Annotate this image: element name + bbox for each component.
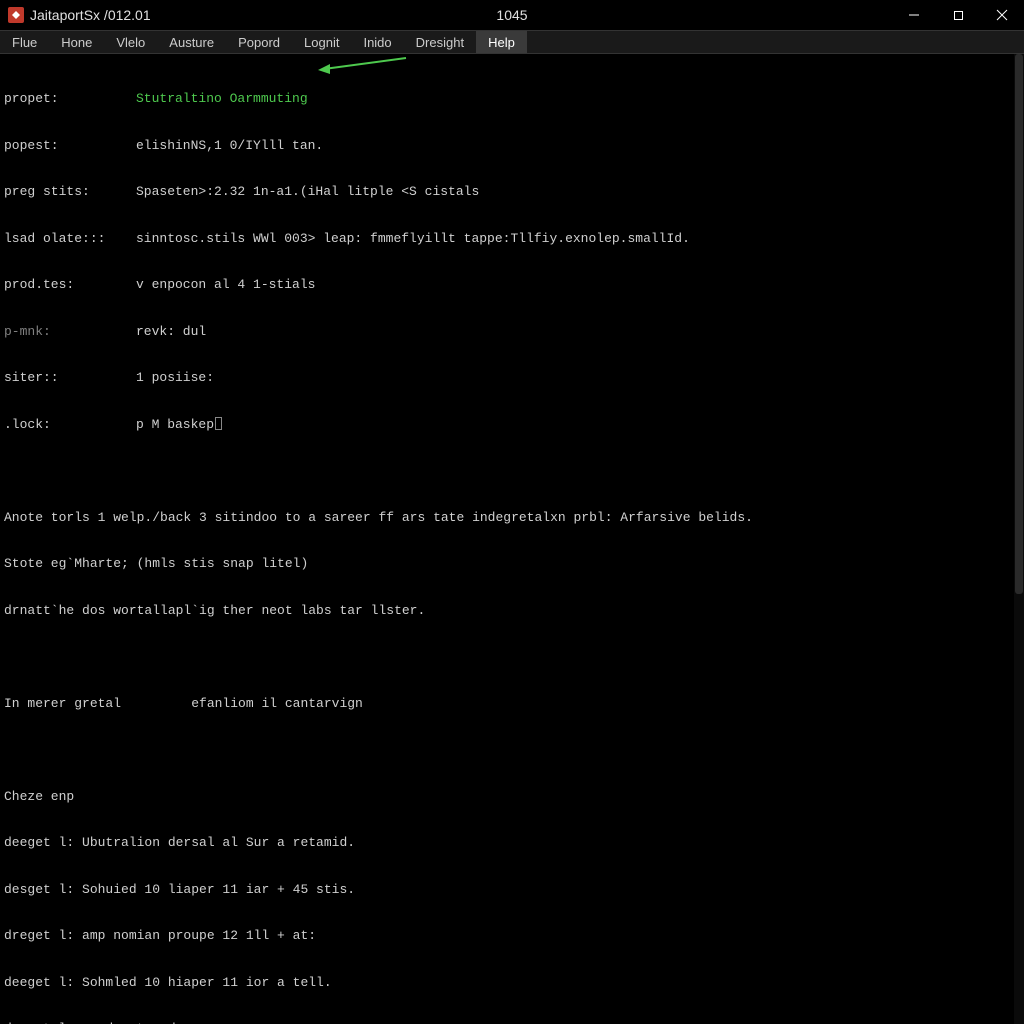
check-header: Cheze enp (4, 789, 1010, 805)
kv-row-pmnk: p-mnk: revk: dul (4, 324, 1010, 340)
maximize-icon (953, 10, 964, 21)
kv-label: popest: (4, 138, 136, 154)
close-button[interactable] (980, 0, 1024, 30)
vertical-scrollbar[interactable] (1014, 54, 1024, 1024)
maximize-button[interactable] (936, 0, 980, 30)
titlebar: JaitaportSx /012.01 1045 (0, 0, 1024, 30)
section-line: In merer gretal efanliom il cantarvign (4, 696, 1010, 712)
body-line: Stote eg`Mharte; (hmls stis snap litel) (4, 556, 1010, 572)
kv-label: preg stits: (4, 184, 136, 200)
app-icon (8, 7, 24, 23)
cursor-indicator (215, 417, 222, 430)
scrollbar-thumb[interactable] (1015, 54, 1023, 594)
kv-value: p M baskep (136, 417, 214, 433)
kv-value: 1 posiise: (136, 370, 214, 386)
title-center-text: 1045 (496, 7, 527, 23)
kv-row-lsad-olate: lsad olate::: sinntosc.stils WWl 003> le… (4, 231, 1010, 247)
kv-value: elishinNS,1 0/IYlll tan. (136, 138, 323, 154)
kv-value: Spaseten>:2.32 1n-a1.(iHal litple <S cis… (136, 184, 479, 200)
menu-lognit[interactable]: Lognit (292, 31, 351, 53)
menu-inido[interactable]: Inido (351, 31, 403, 53)
app-title: JaitaportSx /012.01 (30, 7, 151, 23)
menu-hone[interactable]: Hone (49, 31, 104, 53)
kv-value: revk: dul (136, 324, 206, 340)
kv-label: prod.tes: (4, 277, 136, 293)
menu-austure[interactable]: Austure (157, 31, 226, 53)
kv-label: p-mnk: (4, 324, 136, 340)
close-icon (996, 9, 1008, 21)
kv-value: sinntosc.stils WWl 003> leap: fmmeflyill… (136, 231, 690, 247)
kv-value: Stutraltino Oarmmuting (136, 91, 308, 107)
check-line: deeget l: Sohmled 10 hiaper 11 ior a tel… (4, 975, 1010, 991)
menu-dresight[interactable]: Dresight (404, 31, 476, 53)
kv-label: .lock: (4, 417, 136, 433)
body-line: drnatt`he dos wortallapl`ig ther neot la… (4, 603, 1010, 619)
check-line: desget l: Sohuied 10 liaper 11 iar + 45 … (4, 882, 1010, 898)
kv-row-popest: popest: elishinNS,1 0/IYlll tan. (4, 138, 1010, 154)
menu-popord[interactable]: Popord (226, 31, 292, 53)
menubar: Flue Hone Vlelo Austure Popord Lognit In… (0, 30, 1024, 54)
kv-label: siter:: (4, 370, 136, 386)
terminal-output[interactable]: propet: Stutraltino Oarmmuting popest: e… (0, 54, 1014, 1024)
kv-row-lock: .lock: p M baskep (4, 417, 1010, 433)
kv-row-siter: siter:: 1 posiise: (4, 370, 1010, 386)
kv-row-prod-tes: prod.tes: v enpocon al 4 1-stials (4, 277, 1010, 293)
kv-row-propet: propet: Stutraltino Oarmmuting (4, 91, 1010, 107)
minimize-icon (908, 9, 920, 21)
menu-vlelo[interactable]: Vlelo (104, 31, 157, 53)
check-line: dreget l: amp nomian proupe 12 1ll + at: (4, 928, 1010, 944)
window-controls (892, 0, 1024, 30)
menu-help[interactable]: Help (476, 31, 527, 53)
kv-label: lsad olate::: (4, 231, 136, 247)
check-line: deeget l: Ubutralion dersal al Sur a ret… (4, 835, 1010, 851)
kv-label: propet: (4, 91, 136, 107)
menu-flue[interactable]: Flue (0, 31, 49, 53)
body-line: Anote torls 1 welp./back 3 sitindoo to a… (4, 510, 1010, 526)
kv-value: v enpocon al 4 1-stials (136, 277, 315, 293)
kv-row-preg-stits: preg stits: Spaseten>:2.32 1n-a1.(iHal l… (4, 184, 1010, 200)
minimize-button[interactable] (892, 0, 936, 30)
arrow-annotation-icon (318, 56, 408, 74)
